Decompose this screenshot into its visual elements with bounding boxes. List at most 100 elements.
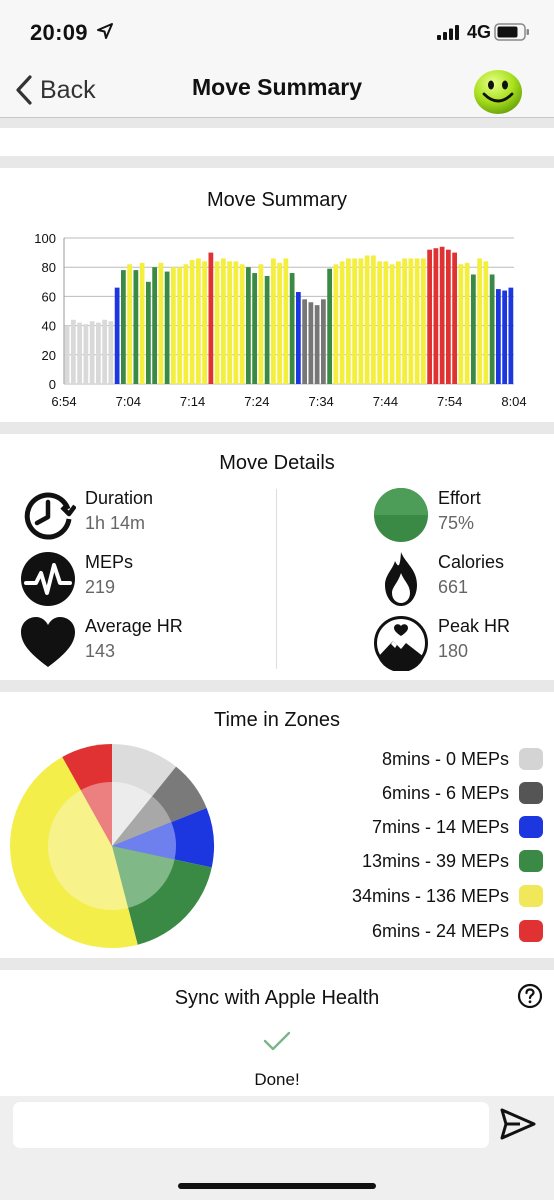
- chart-bar: [483, 261, 489, 384]
- heartbeat-pulse-icon: [21, 552, 75, 606]
- detail-value: 1h 14m: [85, 513, 146, 533]
- chart-bar: [221, 258, 226, 384]
- chart-bar: [477, 258, 482, 384]
- legend-swatch: [519, 782, 543, 804]
- y-tick-label: 0: [49, 377, 56, 392]
- detail-peak-hr: Peak HR 180: [372, 614, 510, 672]
- detail-value: 180: [438, 641, 469, 661]
- chart-bar: [308, 302, 314, 384]
- chart-bar: [108, 321, 114, 384]
- detail-meps: MEPs 219: [19, 550, 133, 608]
- detail-value: 661: [438, 577, 469, 597]
- chart-bar: [346, 258, 351, 384]
- chart-bar: [327, 268, 332, 384]
- chart-bar: [289, 273, 295, 384]
- send-arrow-icon[interactable]: [498, 1106, 538, 1142]
- legend-label: 8mins - 0 MEPs: [381, 748, 509, 769]
- question-circle-icon[interactable]: [517, 983, 543, 1009]
- sync-status: Done!: [254, 1070, 300, 1089]
- chart-bar: [127, 264, 132, 384]
- chart-bar: [227, 261, 232, 384]
- chart-bar: [414, 258, 420, 384]
- chart-bar: [496, 289, 501, 384]
- chart-bar: [452, 252, 457, 384]
- chart-bar: [339, 261, 345, 384]
- chart-bar: [258, 264, 264, 384]
- chart-bar: [464, 262, 470, 384]
- chart-bar: [321, 299, 326, 384]
- chart-bar: [277, 262, 282, 384]
- chart-bar: [139, 262, 145, 384]
- move-summary-chart: 0 20 40 60 80 100 6:54 7:04 7:14 7:24 7:34 7:44 7:54…: [34, 231, 526, 409]
- legend-swatch: [519, 850, 543, 872]
- x-tick-label: 7:14: [180, 394, 205, 409]
- chart-bar: [408, 258, 414, 384]
- page-title: Move Summary: [191, 74, 362, 100]
- chart-bar: [96, 322, 101, 384]
- detail-average-hr: Average HR 143: [19, 614, 183, 672]
- x-tick-label: 7:24: [244, 394, 269, 409]
- chart-bar: [152, 267, 157, 384]
- legend-row: 13mins - 39 MEPs: [362, 848, 543, 874]
- legend-label: 34mins - 136 MEPs: [351, 885, 509, 906]
- chart-bar: [214, 261, 220, 384]
- legend-swatch: [519, 920, 543, 942]
- chart-bar: [133, 270, 139, 384]
- chart-bar: [302, 299, 307, 384]
- chart-bar: [333, 264, 339, 384]
- smiley-face-icon[interactable]: [472, 66, 524, 116]
- detail-label: Peak HR: [438, 616, 511, 636]
- chart-bar: [171, 267, 176, 384]
- legend-row: 7mins - 14 MEPs: [372, 814, 543, 840]
- y-tick-label: 100: [34, 231, 56, 246]
- chart-bar: [271, 258, 276, 384]
- message-input[interactable]: [13, 1102, 489, 1148]
- zones-pie-chart: [9, 744, 214, 948]
- legend-label: 7mins - 14 MEPs: [371, 816, 509, 837]
- chart-bar: [314, 305, 320, 384]
- chart-bar: [264, 275, 270, 384]
- chart-bar: [102, 319, 107, 384]
- detail-duration: Duration 1h 14m: [19, 486, 153, 544]
- legend-label: 6mins - 24 MEPs: [371, 920, 509, 941]
- chart-bar: [471, 274, 476, 384]
- chart-bar: [114, 287, 120, 384]
- chart-bar: [296, 292, 301, 384]
- chart-bar: [508, 287, 514, 384]
- detail-value: 75%: [438, 513, 475, 533]
- chart-bar: [458, 264, 464, 384]
- chart-bar: [377, 261, 382, 384]
- chart-bar: [233, 261, 239, 384]
- y-tick-label: 40: [42, 319, 56, 334]
- time-in-zones-title: Time in Zones: [214, 709, 340, 731]
- x-tick-label: 8:04: [501, 394, 526, 409]
- legend-swatch: [519, 816, 543, 838]
- battery-icon: [494, 23, 529, 41]
- detail-label: Calories: [438, 552, 505, 572]
- chart-bar: [177, 267, 182, 384]
- chart-bar: [252, 273, 257, 384]
- chart-bar: [502, 290, 507, 384]
- chart-bar: [358, 258, 364, 384]
- spacer-card: [0, 128, 554, 156]
- chart-bar: [364, 255, 370, 384]
- detail-calories: Calories 661: [372, 550, 504, 608]
- x-tick-label: 7:54: [437, 394, 462, 409]
- chart-bar: [352, 258, 357, 384]
- chart-bar: [239, 264, 245, 384]
- flame-icon: [385, 552, 417, 606]
- y-tick-label: 60: [42, 289, 56, 304]
- sync-title: Sync with Apple Health: [174, 987, 380, 1009]
- chart-bar: [196, 258, 201, 384]
- chart-bar: [433, 248, 439, 384]
- navigation-bar: Back Move Summary: [0, 62, 554, 118]
- clock-icon: [24, 492, 76, 540]
- detail-label: MEPs: [85, 552, 134, 572]
- move-details-card: Move Details Duration 1h 14m MEPs 219 Av…: [0, 434, 554, 680]
- legend-row: 34mins - 136 MEPs: [352, 883, 543, 909]
- x-tick-label: 7:44: [373, 394, 398, 409]
- x-tick-label: 6:54: [51, 394, 76, 409]
- checkmark-icon: [263, 1031, 291, 1051]
- chart-bar: [77, 322, 82, 384]
- detail-label: Effort: [438, 488, 481, 508]
